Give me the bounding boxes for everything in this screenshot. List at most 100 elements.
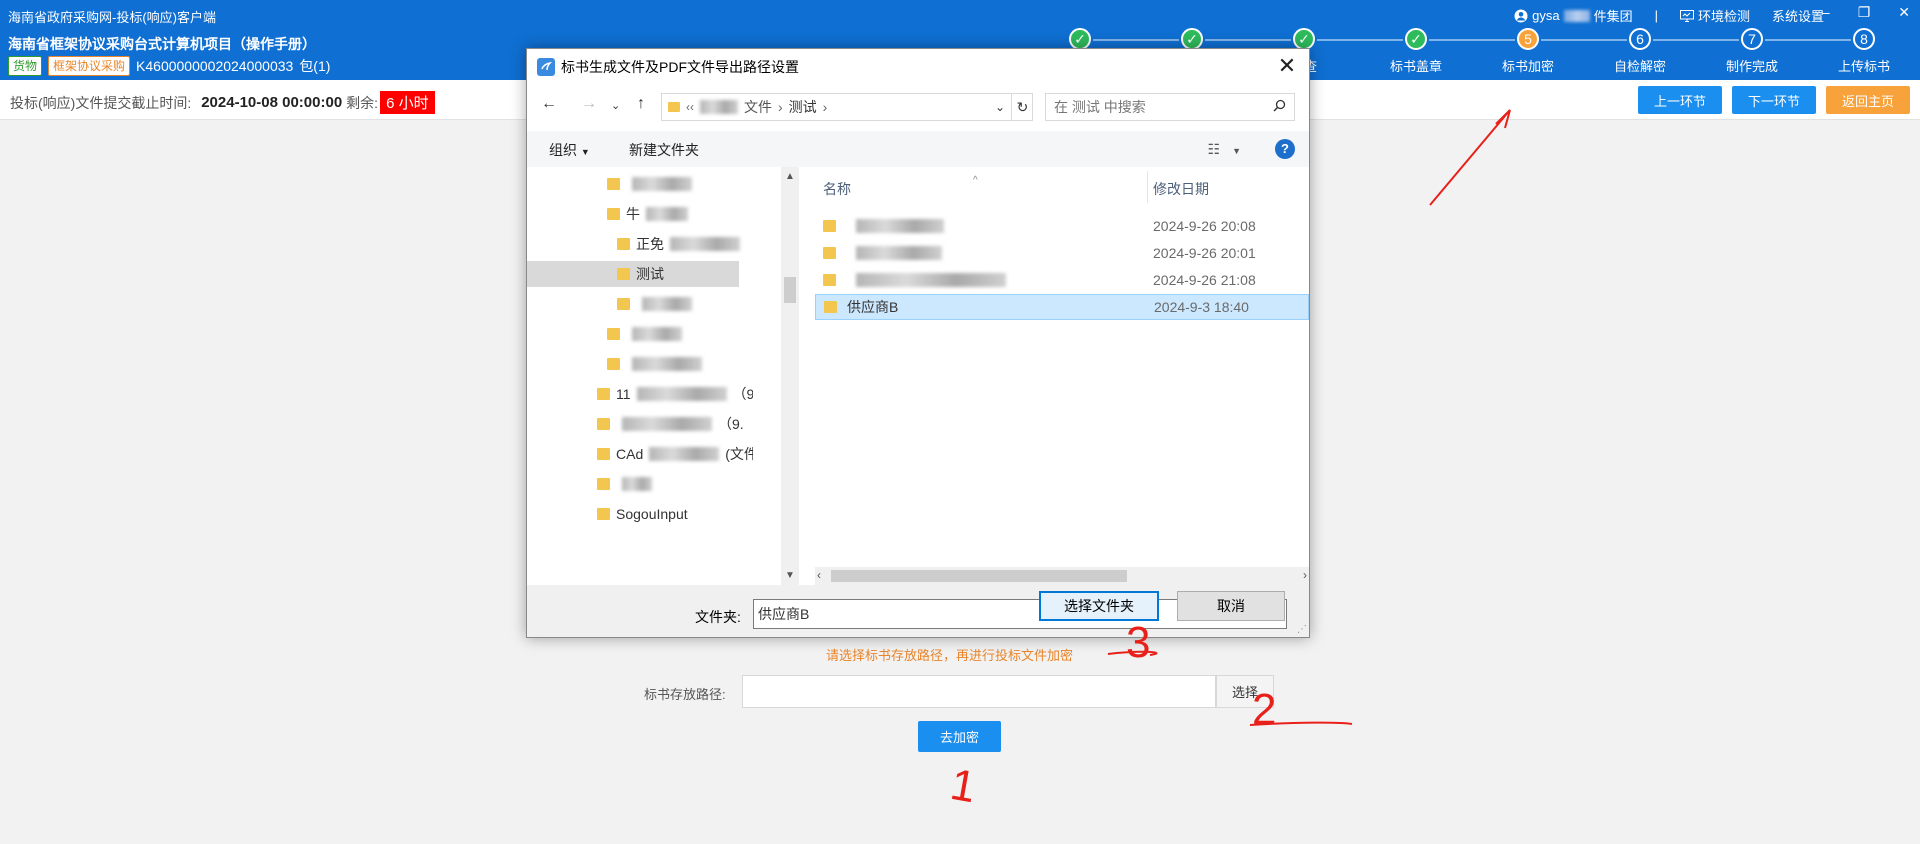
encrypt-button[interactable]: 去加密 [918,721,1001,752]
folder-icon [607,358,620,370]
redacted-text [622,417,712,431]
step-number: 6 [1629,28,1651,50]
tree-item-label: 11 [616,386,631,402]
file-name-cell [823,219,944,233]
column-name-header[interactable]: 名称 ^ [823,175,978,199]
file-hscroll-thumb[interactable] [831,570,1127,582]
new-folder-button[interactable]: 新建文件夹 [629,140,699,160]
env-check-label: 环境检测 [1697,9,1750,24]
dialog-title: 标书生成文件及PDF文件导出路径设置 [561,59,799,75]
project-info-row: 货物 框架协议采购 K4600000002024000033 包(1) [8,56,330,76]
dialog-app-icon [537,58,555,76]
folder-icon [607,208,620,220]
scroll-right-icon[interactable]: › [1303,568,1307,582]
folder-icon [823,247,836,259]
column-modified-header[interactable]: 修改日期 [1153,179,1209,199]
scroll-left-icon[interactable]: ‹ [817,568,821,582]
folder-icon [607,328,620,340]
file-row[interactable]: 供应商B 2024-9-3 18:40 [815,294,1309,320]
tree-item[interactable]: SogouInput [597,501,688,527]
folder-icon [597,478,610,490]
path-input[interactable] [742,675,1216,708]
file-row[interactable]: 2024-9-26 20:08 [815,213,1309,239]
prev-stage-button[interactable]: 上一环节 [1638,86,1722,114]
sort-up-icon: ^ [973,175,978,186]
system-settings-link[interactable]: 系统设置 [1772,6,1824,25]
tree-item[interactable]: 11 （9. [597,381,753,407]
monitor-icon [1679,9,1694,22]
tree-item[interactable] [607,351,702,377]
arrow-annotation [1429,109,1511,206]
tree-item[interactable]: 牛 [607,201,688,227]
search-input[interactable]: 在 测试 中搜索 [1045,93,1295,121]
file-row[interactable]: 2024-9-26 21:08 [815,267,1309,293]
step-8[interactable]: 8 上传标书 [1809,28,1919,75]
tree-item[interactable] [617,291,692,317]
step-6[interactable]: 6 自检解密 [1585,28,1695,75]
redacted-text [856,273,1006,287]
file-name-cell [823,246,942,260]
address-dropdown-icon[interactable]: ⌄ [989,93,1011,121]
tree-scrollbar[interactable]: ▲ ▼ [781,167,799,585]
recent-dropdown-icon[interactable]: ⌄ [611,99,620,112]
user-area: gysa 件集团 | 环境检测 系统设置 [1514,6,1824,25]
user-name: gysa [1532,8,1560,23]
tree-scroll-thumb[interactable] [784,277,796,303]
env-check-link[interactable]: 环境检测 [1679,6,1750,25]
file-row[interactable]: 2024-9-26 20:01 [815,240,1309,266]
step-7[interactable]: 7 制作完成 [1697,28,1807,75]
tree-item-label: SogouInput [616,506,688,522]
breadcrumb-chevron-icon: ‹‹ [686,100,694,114]
organize-label: 组织 [549,142,577,158]
app-title: 海南省政府采购网-投标(响应)客户端 [8,10,216,25]
redacted-text [636,387,727,401]
resize-grip-icon[interactable]: ⋰ [1297,624,1307,635]
choose-path-button[interactable]: 选择 [1216,675,1274,708]
tree-item[interactable] [597,471,652,497]
help-icon[interactable]: ? [1275,139,1295,159]
step-5[interactable]: 5 标书加密 [1473,28,1583,75]
tree-item[interactable]: CAd (文件) [597,441,753,467]
refresh-icon[interactable]: ↻ [1011,93,1033,121]
redacted-text [642,297,692,311]
up-arrow-icon[interactable]: ↑ [637,95,645,113]
restore-icon[interactable]: ❐ [1858,4,1871,21]
deadline-value: 2024-10-08 00:00:00 [201,94,343,111]
forward-arrow-icon[interactable]: → [581,95,597,113]
search-icon [1273,99,1286,115]
breadcrumb-current[interactable]: 测试 [789,97,817,117]
view-options-icon[interactable]: ☷ ▼ [1208,141,1241,158]
user-menu[interactable]: gysa 件集团 [1514,6,1633,25]
back-arrow-icon[interactable]: ← [541,95,557,113]
check-icon: ✓ [1069,28,1091,50]
tree-item-label: CAd [616,446,644,462]
tree-item[interactable]: 测试 [527,261,739,287]
tree-item[interactable] [607,171,692,197]
step-label: 自检解密 [1613,59,1666,74]
tree-item[interactable]: （9. [597,411,744,437]
minimize-icon[interactable]: – [1822,4,1830,21]
annotation-number-1: 1 [947,760,980,813]
file-list: 名称 ^ 修改日期 2024-9-26 20:08 2024-9-26 20:01 2… [815,167,1309,567]
tree-item[interactable] [607,321,682,347]
cancel-button[interactable]: 取消 [1177,591,1285,621]
next-stage-button[interactable]: 下一环节 [1732,86,1816,114]
close-window-icon[interactable]: ✕ [1898,4,1910,21]
scroll-up-icon[interactable]: ▲ [785,171,795,182]
breadcrumb-parent[interactable]: 文件 [744,97,772,117]
header-separator: | [1654,8,1658,23]
file-hscrollbar[interactable]: ‹ › [815,567,1309,585]
home-button[interactable]: 返回主页 [1826,86,1910,114]
folder-label: 文件夹: [695,609,741,625]
column-separator[interactable] [1147,171,1148,203]
dialog-close-icon[interactable]: ✕ [1275,55,1299,79]
redacted-text [856,219,944,233]
tree-item[interactable]: 正免 [617,231,740,257]
folder-icon [617,298,630,310]
scroll-down-icon[interactable]: ▼ [785,570,795,581]
select-folder-button[interactable]: 选择文件夹 [1039,591,1159,621]
address-bar[interactable]: ‹‹ 文件 › 测试 › [661,93,1033,121]
organize-menu[interactable]: 组织 ▼ [549,140,590,160]
redacted-text [622,477,652,491]
step-4[interactable]: ✓ 标书盖章 [1361,28,1471,75]
